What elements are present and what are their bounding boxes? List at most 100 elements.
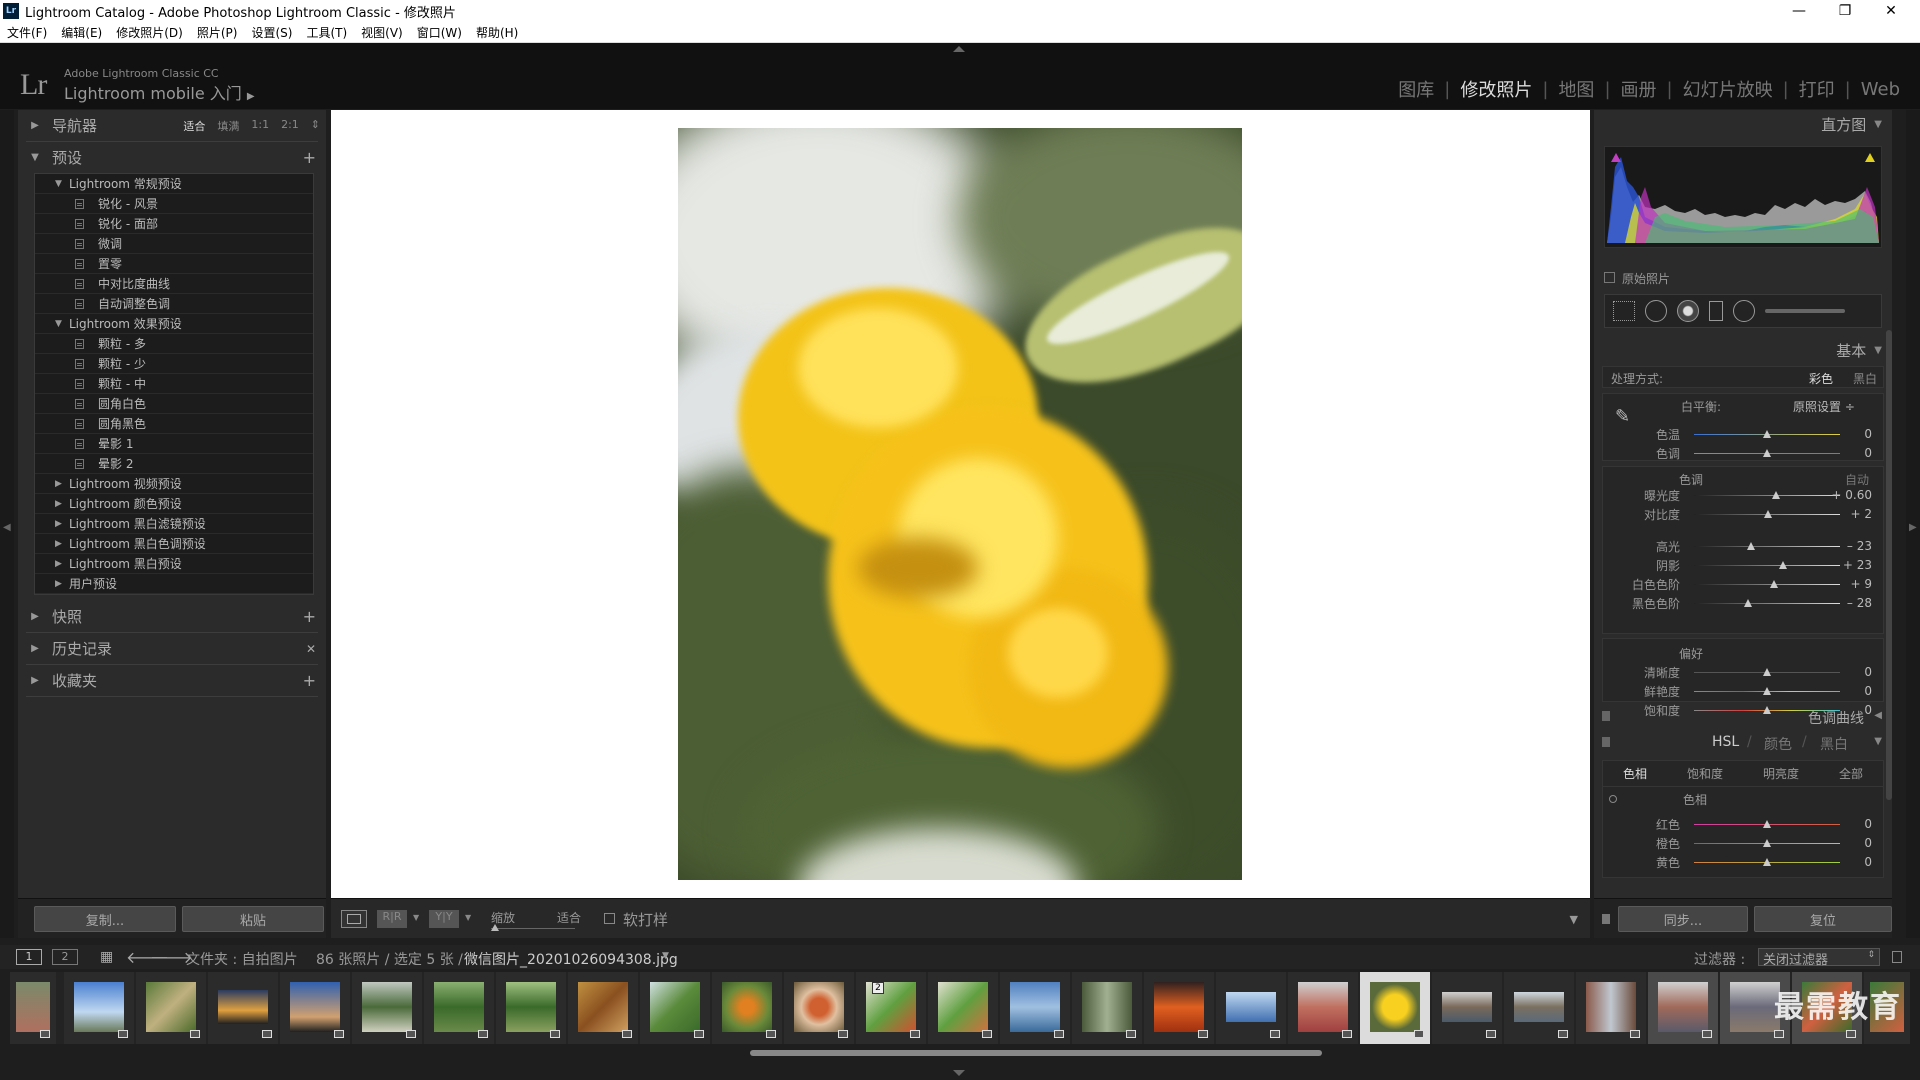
hsl-subtab-hue[interactable]: 色相: [1623, 765, 1647, 782]
add-snapshot-icon[interactable]: +: [303, 607, 316, 626]
module-slideshow[interactable]: 幻灯片放映: [1673, 76, 1783, 102]
slider-value[interactable]: 0: [1826, 684, 1872, 698]
window-1-button[interactable]: 1: [16, 949, 42, 965]
preset-item[interactable]: 置零: [35, 254, 313, 274]
paste-settings-button[interactable]: 粘贴: [182, 906, 324, 932]
preset-folder[interactable]: ▼ Lightroom 效果预设: [35, 314, 313, 334]
filmstrip-thumbnail[interactable]: [280, 972, 350, 1044]
add-preset-icon[interactable]: +: [303, 148, 316, 167]
panel-toggle-icon[interactable]: [1602, 737, 1610, 747]
right-panel-scrollbar[interactable]: [1886, 330, 1892, 800]
navigator-header[interactable]: ▶ 导航器 适合 填满 1:1 2:1 ⇕: [18, 110, 326, 141]
filmstrip-thumbnail[interactable]: [928, 972, 998, 1044]
menu-photo[interactable]: 照片(P): [197, 24, 238, 41]
slider-track[interactable]: [1694, 542, 1840, 550]
spot-removal-icon[interactable]: [1645, 300, 1667, 322]
slider-thumb[interactable]: [1764, 510, 1773, 518]
minimize-icon[interactable]: —: [1776, 0, 1822, 22]
slider-track[interactable]: [1694, 510, 1840, 518]
slider-value[interactable]: 0: [1826, 836, 1872, 850]
slider-track[interactable]: [1694, 858, 1840, 866]
before-after-icon[interactable]: R|R: [377, 910, 407, 928]
tab-hsl[interactable]: HSL: [1712, 734, 1739, 750]
tone-curve-header[interactable]: 色调曲线 ◀: [1602, 706, 1884, 728]
preset-folder[interactable]: ▶ 用户预设: [35, 574, 313, 594]
preset-item[interactable]: 圆角黑色: [35, 414, 313, 434]
filmstrip-thumbnail[interactable]: [208, 972, 278, 1044]
sync-button[interactable]: 同步...: [1618, 906, 1748, 932]
menu-window[interactable]: 窗口(W): [417, 24, 462, 41]
graduated-filter-icon[interactable]: [1709, 301, 1723, 321]
preset-item[interactable]: 晕影 1: [35, 434, 313, 454]
filmstrip-thumbnail[interactable]: [784, 972, 854, 1044]
slider-value[interactable]: 0: [1826, 665, 1872, 679]
filmstrip-thumbnail[interactable]: [496, 972, 566, 1044]
filmstrip-thumbnail[interactable]: [10, 972, 56, 1044]
shadow-clipping-icon[interactable]: [1611, 153, 1621, 162]
zoom-fill[interactable]: 填满: [217, 118, 239, 134]
slider-track[interactable]: [1694, 687, 1840, 695]
preset-item[interactable]: 颗粒 - 少: [35, 354, 313, 374]
preset-folder[interactable]: ▶ Lightroom 黑白色调预设: [35, 534, 313, 554]
slider-thumb[interactable]: [1763, 449, 1771, 457]
filmstrip-thumbnail[interactable]: [1504, 972, 1574, 1044]
filmstrip-thumbnail[interactable]: [1288, 972, 1358, 1044]
preset-item[interactable]: 中对比度曲线: [35, 274, 313, 294]
slider-thumb[interactable]: [1763, 687, 1771, 695]
adjustment-brush-icon[interactable]: [1765, 309, 1845, 313]
redeye-icon[interactable]: [1677, 300, 1699, 322]
loupe-view-icon[interactable]: [341, 910, 367, 928]
filter-select[interactable]: 关闭过滤器 ⇕: [1758, 948, 1880, 968]
tab-color[interactable]: 颜色: [1764, 734, 1792, 754]
before-after-split-icon[interactable]: Y|Y: [429, 910, 459, 928]
preset-item[interactable]: 自动调整色调: [35, 294, 313, 314]
module-web[interactable]: Web: [1851, 79, 1910, 100]
presets-header[interactable]: ▼ 预设 +: [18, 142, 326, 173]
softproof-checkbox[interactable]: [604, 913, 615, 924]
slider-value[interactable]: + 0.60: [1826, 488, 1872, 502]
basic-header[interactable]: 基本 ▼: [1594, 336, 1892, 364]
snapshots-header[interactable]: ▶ 快照 +: [18, 601, 326, 632]
original-photo-checkbox[interactable]: [1604, 272, 1615, 283]
target-adjust-icon[interactable]: [1609, 795, 1617, 803]
wb-preset-select[interactable]: 原照设置 ÷: [1793, 398, 1855, 415]
right-edge[interactable]: ▶: [1906, 110, 1920, 938]
filmstrip-thumbnail-selected[interactable]: [1360, 972, 1430, 1044]
slider-thumb[interactable]: [1763, 668, 1771, 676]
menu-file[interactable]: 文件(F): [7, 24, 47, 41]
preset-folder[interactable]: ▼ Lightroom 常规预设: [35, 174, 313, 194]
radial-filter-icon[interactable]: [1733, 300, 1755, 322]
module-develop[interactable]: 修改照片: [1450, 76, 1542, 102]
collections-header[interactable]: ▶ 收藏夹 +: [18, 665, 326, 696]
filmstrip-thumbnail-selected[interactable]: [1648, 972, 1718, 1044]
preset-folder[interactable]: ▶ Lightroom 视频预设: [35, 474, 313, 494]
preset-item[interactable]: 微调: [35, 234, 313, 254]
clear-history-icon[interactable]: ✕: [306, 642, 316, 656]
copy-settings-button[interactable]: 复制...: [34, 906, 176, 932]
menu-settings[interactable]: 设置(S): [251, 24, 292, 41]
menu-view[interactable]: 视图(V): [361, 24, 403, 41]
slider-thumb[interactable]: [1763, 820, 1771, 828]
filename-dropdown-icon[interactable]: ▼: [662, 951, 669, 961]
slider-thumb[interactable]: [1779, 561, 1788, 569]
sync-toggle-icon[interactable]: [1602, 914, 1610, 924]
filmstrip-thumbnail[interactable]: [640, 972, 710, 1044]
hsl-subtab-all[interactable]: 全部: [1839, 765, 1863, 782]
dropdown-icon[interactable]: ▼: [465, 913, 471, 922]
reset-button[interactable]: 复位: [1754, 906, 1892, 932]
filmstrip-thumbnail[interactable]: [568, 972, 638, 1044]
module-book[interactable]: 画册: [1611, 76, 1667, 102]
histogram-header[interactable]: 直方图 ▼: [1594, 110, 1892, 138]
dropdown-icon[interactable]: ▼: [413, 913, 419, 922]
slider-track[interactable]: [1694, 599, 1840, 607]
slider-thumb[interactable]: [1770, 580, 1779, 588]
slider-track[interactable]: [1694, 561, 1840, 569]
slider-value[interactable]: – 28: [1826, 596, 1872, 610]
zoom-value[interactable]: 适合: [557, 909, 581, 926]
close-icon[interactable]: ✕: [1868, 0, 1914, 22]
filmstrip-thumbnail[interactable]: [712, 972, 782, 1044]
toolbar-menu-icon[interactable]: ▼: [1570, 913, 1578, 926]
slider-track[interactable]: [1694, 668, 1840, 676]
tab-bw[interactable]: 黑白: [1820, 734, 1848, 754]
slider-track[interactable]: [1694, 839, 1840, 847]
